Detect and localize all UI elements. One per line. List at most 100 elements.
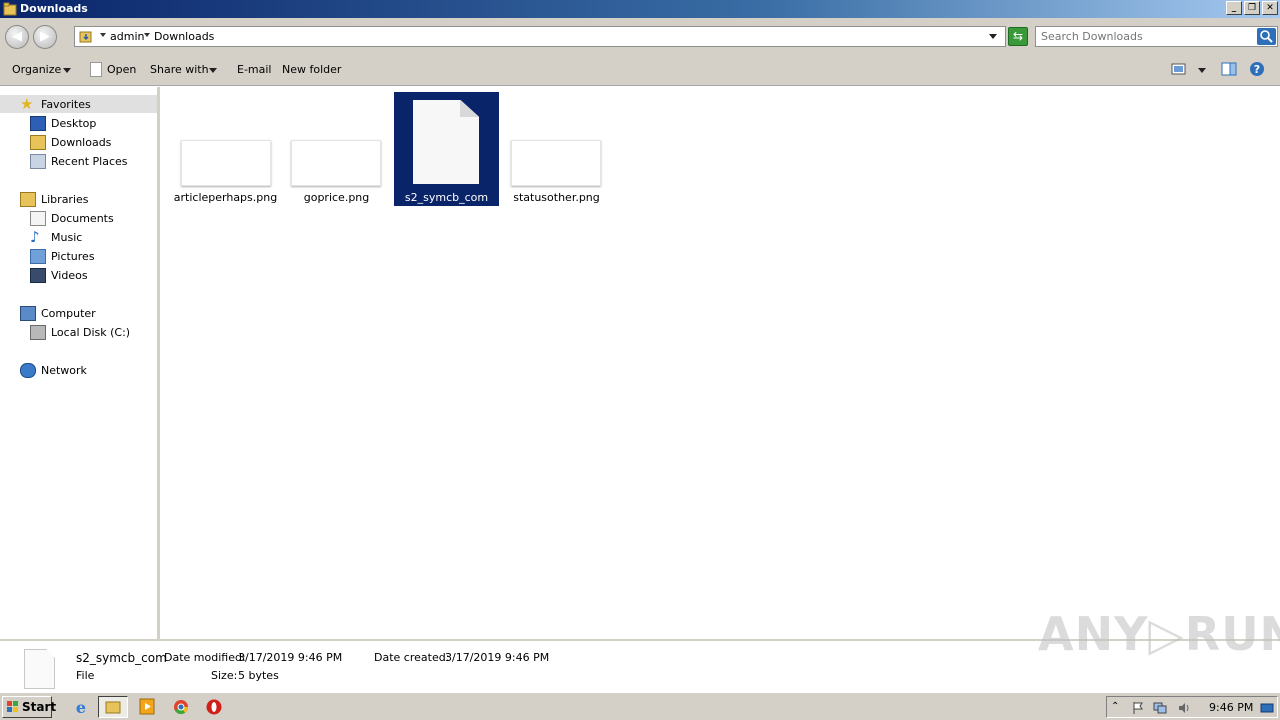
network-status-icon[interactable] — [1153, 701, 1167, 715]
volume-icon[interactable] — [1177, 701, 1191, 715]
explorer-taskbar-button[interactable] — [98, 696, 128, 718]
nav-label: Desktop — [51, 116, 97, 130]
star-icon: ★ — [20, 94, 34, 113]
svg-text:e: e — [76, 698, 86, 717]
folder-icon — [3, 2, 17, 16]
file-item[interactable]: statusother.png — [504, 92, 609, 206]
details-file-type: File — [76, 669, 95, 682]
nav-computer[interactable]: Computer — [20, 304, 96, 322]
minimize-button[interactable]: _ — [1226, 1, 1242, 15]
nav-label: Favorites — [41, 97, 91, 111]
taskbar: Start e ⌃ 9:46 PM — [0, 692, 1280, 720]
nav-local-disk[interactable]: Local Disk (C:) — [30, 323, 130, 341]
show-desktop-icon[interactable] — [1260, 701, 1274, 715]
nav-videos[interactable]: Videos — [30, 266, 88, 284]
breadcrumb-separator-icon[interactable] — [100, 33, 106, 37]
image-thumbnail-icon — [181, 140, 271, 186]
pictures-icon — [30, 248, 46, 264]
clock[interactable]: 9:46 PM — [1209, 701, 1253, 714]
nav-music[interactable]: ♪ Music — [30, 228, 82, 246]
anyrun-watermark: ANY▷RUN — [1038, 607, 1280, 661]
chrome-taskbar-button[interactable] — [166, 696, 196, 718]
search-button[interactable] — [1257, 28, 1276, 45]
close-button[interactable]: ✕ — [1262, 1, 1278, 15]
help-icon[interactable]: ? — [1248, 61, 1266, 77]
file-item-selected[interactable]: s2_symcb_com — [394, 92, 499, 206]
nav-favorites[interactable]: ★ Favorites — [0, 95, 157, 113]
details-created-label: Date created: — [374, 651, 450, 664]
nav-downloads[interactable]: Downloads — [30, 133, 111, 151]
nav-label: Network — [41, 363, 87, 377]
refresh-button[interactable]: ⇆ — [1008, 27, 1028, 46]
back-button[interactable]: ◀ — [5, 25, 29, 49]
action-center-flag-icon[interactable] — [1131, 701, 1145, 715]
breadcrumb-downloads[interactable]: Downloads — [154, 30, 214, 43]
file-name: statusother.png — [513, 191, 600, 204]
details-file-name: s2_symcb_com — [76, 651, 167, 665]
chrome-icon — [174, 700, 188, 714]
view-dropdown-icon[interactable] — [1198, 68, 1206, 73]
command-bar: Organize Open Share with E-mail New fold… — [0, 54, 1280, 86]
nav-documents[interactable]: Documents — [30, 209, 114, 227]
back-arrow-icon: ◀ — [12, 29, 22, 44]
file-item[interactable]: articleperhaps.png — [173, 92, 278, 206]
nav-label: Recent Places — [51, 154, 128, 168]
file-item[interactable]: goprice.png — [284, 92, 389, 206]
forward-arrow-icon: ▶ — [40, 29, 50, 44]
file-list: articleperhaps.png goprice.png s2_symcb_… — [160, 87, 1280, 639]
share-with-button[interactable]: Share with — [150, 63, 209, 76]
email-button[interactable]: E-mail — [237, 63, 272, 76]
recent-places-icon — [30, 153, 46, 169]
title-bar[interactable]: Downloads _ ❐ ✕ — [0, 0, 1280, 18]
desktop-icon — [30, 115, 46, 131]
forward-button[interactable]: ▶ — [33, 25, 57, 49]
file-name: goprice.png — [303, 191, 370, 204]
file-name: s2_symcb_com — [404, 191, 489, 204]
nav-label: Libraries — [41, 192, 89, 206]
computer-icon — [20, 305, 36, 321]
search-icon — [1260, 30, 1273, 43]
nav-network[interactable]: Network — [20, 361, 87, 379]
image-thumbnail-icon — [511, 140, 601, 186]
address-field[interactable]: admin Downloads — [74, 26, 1006, 47]
generic-file-icon — [24, 649, 55, 689]
downloads-folder-icon — [30, 134, 46, 150]
media-player-icon — [139, 698, 155, 715]
windows-flag-icon — [7, 701, 18, 712]
details-size-value: 5 bytes — [238, 669, 279, 682]
organize-button[interactable]: Organize — [12, 63, 61, 76]
address-bar-row: ◀ ▶ admin Downloads ⇆ — [0, 18, 1280, 54]
nav-label: Local Disk (C:) — [51, 325, 131, 339]
internet-explorer-taskbar-button[interactable]: e — [66, 696, 96, 718]
search-box[interactable] — [1035, 26, 1278, 47]
organize-dropdown-icon[interactable] — [63, 68, 71, 73]
document-icon — [90, 62, 102, 77]
nav-recent-places[interactable]: Recent Places — [30, 152, 128, 170]
nav-label: Pictures — [51, 249, 95, 263]
nav-label: Downloads — [51, 135, 112, 149]
image-thumbnail-icon — [291, 140, 381, 186]
nav-desktop[interactable]: Desktop — [30, 114, 96, 132]
preview-pane-icon[interactable] — [1220, 61, 1238, 77]
media-player-taskbar-button[interactable] — [132, 696, 162, 718]
restore-button[interactable]: ❐ — [1244, 1, 1260, 15]
start-button[interactable]: Start — [2, 696, 56, 718]
details-modified-label: Date modified: — [164, 651, 246, 664]
show-hidden-icons-icon[interactable]: ⌃ — [1111, 701, 1125, 715]
nav-label: Videos — [51, 268, 88, 282]
internet-explorer-icon: e — [76, 698, 86, 717]
open-button[interactable]: Open — [107, 63, 136, 76]
nav-libraries[interactable]: Libraries — [20, 190, 89, 208]
share-dropdown-icon[interactable] — [209, 68, 217, 73]
nav-pictures[interactable]: Pictures — [30, 247, 95, 265]
address-dropdown-icon[interactable] — [989, 34, 997, 39]
breadcrumb-admin[interactable]: admin — [110, 30, 144, 43]
downloads-folder-icon — [79, 31, 92, 43]
opera-taskbar-button[interactable] — [199, 696, 229, 718]
new-folder-button[interactable]: New folder — [282, 63, 341, 76]
breadcrumb-separator-icon[interactable] — [144, 33, 150, 37]
libraries-icon — [20, 191, 36, 207]
change-view-icon[interactable] — [1170, 61, 1188, 77]
nav-label: Music — [51, 230, 83, 244]
search-input[interactable] — [1041, 29, 1251, 44]
